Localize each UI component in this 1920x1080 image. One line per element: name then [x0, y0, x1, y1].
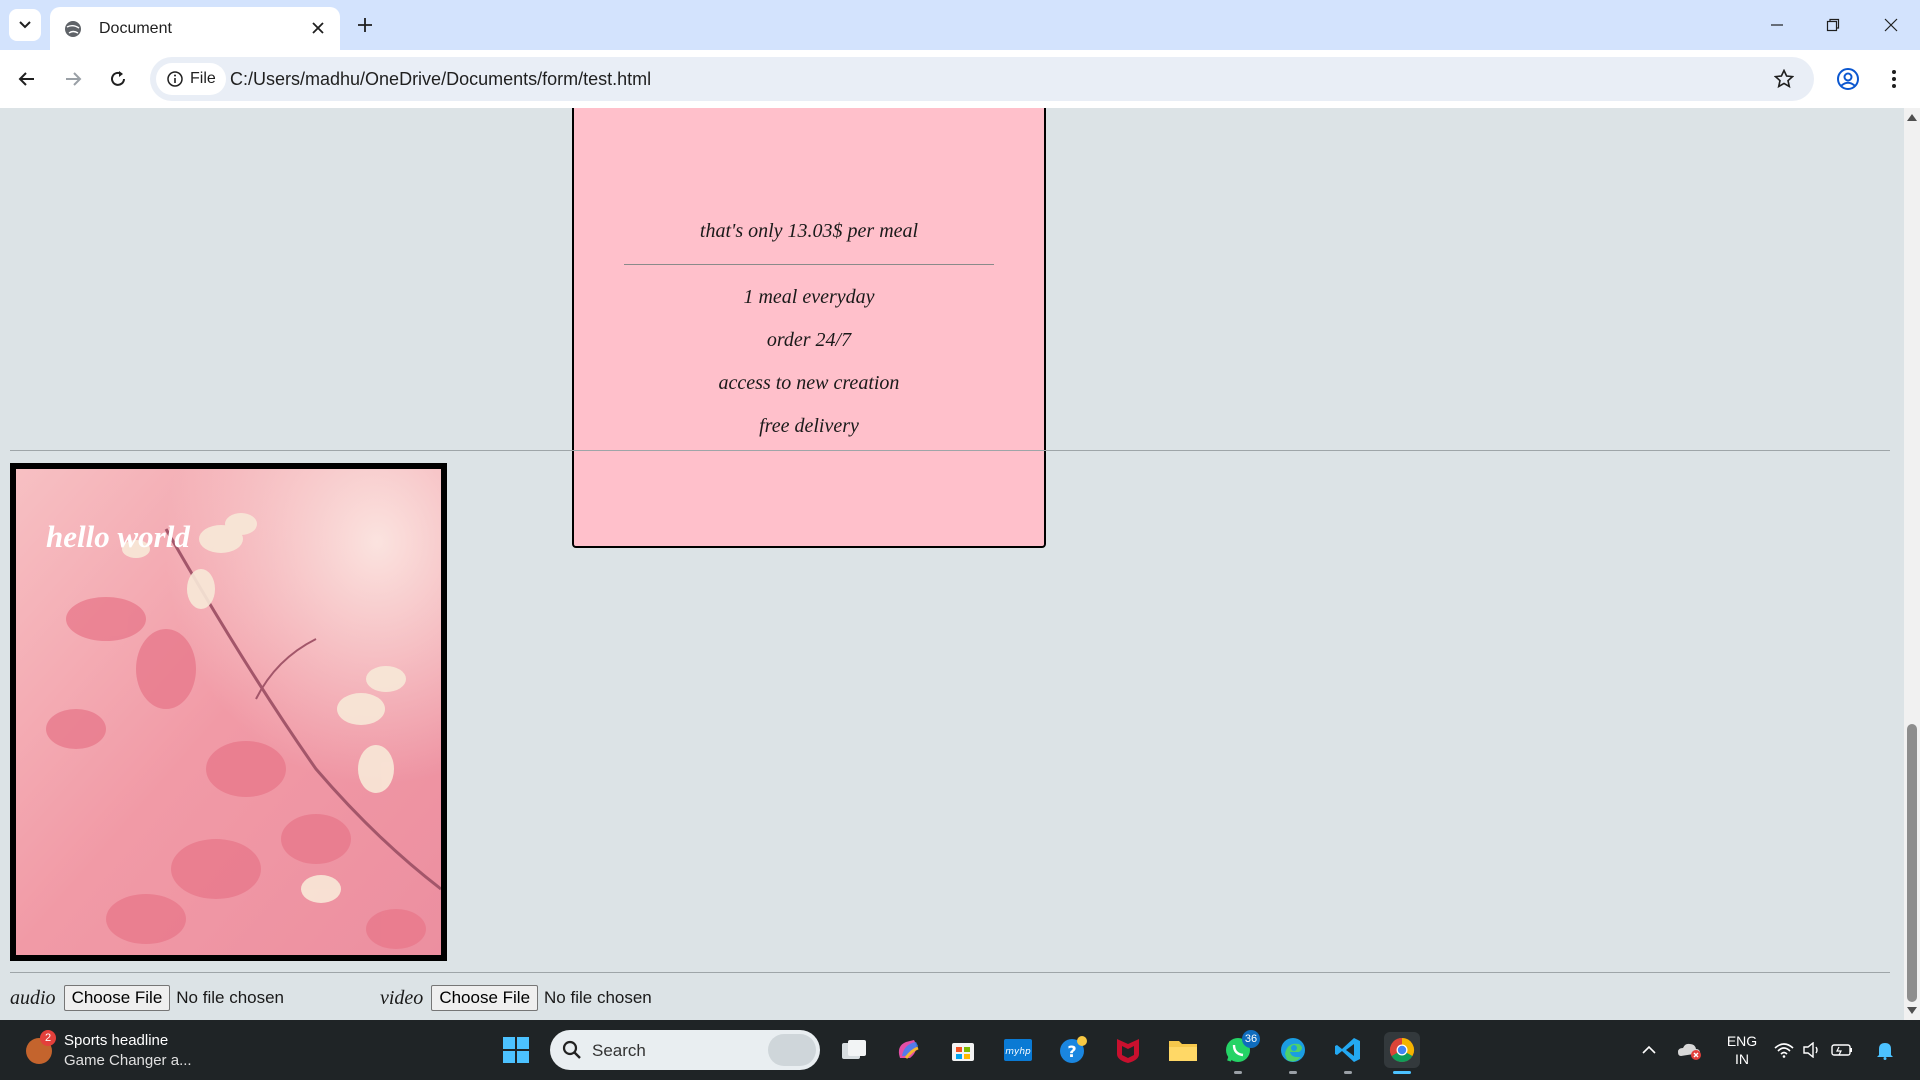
info-icon — [166, 70, 184, 88]
kebab-menu-icon[interactable] — [1880, 65, 1908, 93]
arrow-right-icon — [66, 72, 82, 86]
onedrive-error-icon[interactable] — [1676, 1036, 1704, 1064]
reload-icon — [111, 71, 125, 86]
horizontal-rule — [10, 972, 1890, 973]
video-file-status: No file chosen — [544, 988, 652, 1007]
tab-document[interactable]: Document — [50, 7, 340, 50]
restore-button[interactable] — [1820, 12, 1846, 38]
news-widget[interactable]: 2 Sports headline Game Changer a... — [20, 1028, 220, 1072]
close-icon[interactable] — [308, 18, 328, 38]
language-region: IN — [1735, 1051, 1749, 1067]
wifi-icon[interactable] — [1774, 1036, 1794, 1064]
minimize-icon — [1771, 24, 1783, 26]
forward-button[interactable] — [59, 65, 87, 93]
scroll-thumb[interactable] — [1907, 724, 1917, 1002]
whatsapp-icon[interactable]: 36 — [1220, 1030, 1260, 1074]
close-icon — [1884, 18, 1898, 32]
url-text[interactable]: C:/Users/madhu/OneDrive/Documents/form/t… — [230, 69, 651, 90]
windows-icon — [503, 1037, 529, 1063]
scroll-up-arrow-icon[interactable] — [1907, 114, 1917, 121]
audio-label: audio — [10, 986, 56, 1009]
horizontal-rule — [10, 450, 1890, 451]
flower-image: hello world — [10, 463, 447, 961]
minimize-button[interactable] — [1764, 12, 1790, 38]
feature-item: access to new creation — [718, 372, 900, 394]
plus-icon — [358, 18, 372, 32]
video-label: video — [380, 986, 424, 1009]
start-button[interactable] — [498, 1032, 534, 1068]
svg-text:myhp: myhp — [1005, 1047, 1031, 1057]
vertical-scrollbar[interactable] — [1904, 108, 1920, 1020]
search-highlight-image — [768, 1034, 816, 1066]
audio-choose-file-button[interactable]: Choose File — [63, 985, 171, 1011]
get-help-icon[interactable]: ? — [1055, 1032, 1091, 1068]
bookmark-star-icon[interactable] — [1772, 67, 1796, 91]
price-note: that's only 13.03$ per meal — [699, 220, 919, 242]
active-indicator — [1393, 1071, 1411, 1074]
audio-upload: audio Choose File No file chosen — [10, 982, 284, 1014]
page-viewport: that's only 13.03$ per meal 1 meal every… — [0, 108, 1904, 1020]
arrow-left-icon — [18, 72, 34, 86]
taskbar: 2 Sports headline Game Changer a... Sear… — [0, 1020, 1920, 1080]
window-close-button[interactable] — [1878, 12, 1904, 38]
mcafee-icon[interactable] — [1110, 1032, 1146, 1068]
language-indicator[interactable]: ENG IN — [1722, 1032, 1762, 1068]
task-view-icon[interactable] — [836, 1032, 872, 1068]
tab-search-button[interactable] — [9, 9, 41, 41]
feature-item: order 24/7 — [766, 329, 852, 351]
file-explorer-icon[interactable] — [1165, 1032, 1201, 1068]
site-chip-label: File — [190, 70, 216, 87]
video-choose-file-button[interactable]: Choose File — [431, 985, 539, 1011]
widget-subtitle: Game Changer a... — [64, 1052, 192, 1069]
edge-icon[interactable] — [1275, 1032, 1311, 1074]
show-hidden-icons-chevron-icon[interactable] — [1638, 1036, 1660, 1064]
tab-strip: Document — [0, 0, 1920, 50]
volume-icon[interactable] — [1802, 1036, 1822, 1064]
back-button[interactable] — [13, 65, 41, 93]
card-divider — [624, 264, 994, 265]
whatsapp-badge: 36 — [1242, 1030, 1260, 1048]
svg-text:?: ? — [1067, 1042, 1076, 1061]
address-bar[interactable]: File C:/Users/madhu/OneDrive/Documents/f… — [150, 57, 1814, 101]
language-line: ENG — [1726, 1033, 1758, 1049]
taskbar-search[interactable]: Search — [550, 1030, 820, 1070]
copilot-icon[interactable] — [890, 1032, 926, 1068]
feature-item: free delivery — [759, 415, 859, 437]
myhp-icon[interactable]: myhp — [1000, 1032, 1036, 1068]
new-tab-button[interactable] — [353, 13, 377, 37]
battery-icon[interactable] — [1830, 1036, 1854, 1064]
widget-title: Sports headline — [64, 1032, 169, 1049]
tab-title: Document — [99, 19, 172, 37]
running-indicator — [1234, 1071, 1242, 1074]
profile-icon[interactable] — [1834, 65, 1862, 93]
microsoft-store-icon[interactable] — [945, 1032, 981, 1068]
pricing-card: that's only 13.03$ per meal 1 meal every… — [572, 108, 1046, 548]
chevron-down-icon — [19, 21, 31, 29]
search-placeholder: Search — [592, 1041, 646, 1060]
video-upload: video Choose File No file chosen — [380, 982, 652, 1014]
image-caption: hello world — [46, 519, 190, 554]
search-icon — [562, 1040, 582, 1060]
running-indicator — [1289, 1071, 1297, 1074]
site-info-chip[interactable]: File — [156, 63, 226, 95]
widget-badge: 2 — [40, 1030, 56, 1046]
restore-icon — [1826, 18, 1840, 32]
chrome-icon[interactable] — [1384, 1032, 1420, 1074]
running-indicator — [1344, 1071, 1352, 1074]
reload-button[interactable] — [104, 65, 132, 93]
globe-icon — [63, 19, 83, 39]
browser-toolbar: File C:/Users/madhu/OneDrive/Documents/f… — [0, 50, 1920, 109]
vscode-icon[interactable] — [1330, 1032, 1366, 1074]
feature-item: 1 meal everyday — [743, 286, 875, 308]
notification-bell-icon[interactable] — [1874, 1036, 1896, 1064]
audio-file-status: No file chosen — [176, 988, 285, 1007]
scroll-down-arrow-icon[interactable] — [1907, 1007, 1917, 1014]
